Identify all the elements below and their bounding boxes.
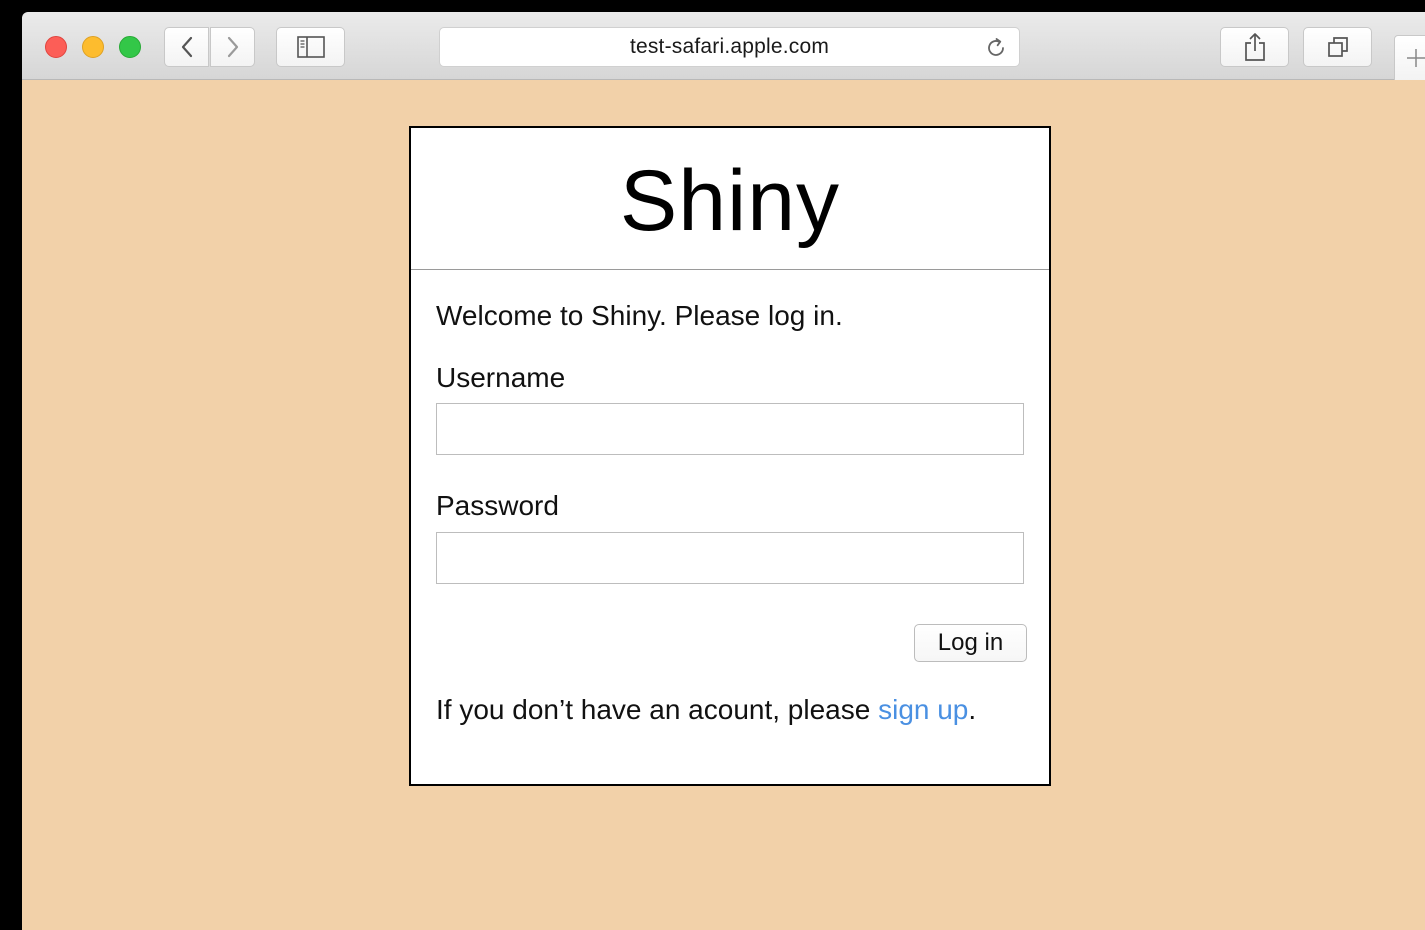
chevron-left-icon — [181, 36, 192, 58]
plus-icon — [1407, 49, 1425, 67]
address-bar[interactable]: test-safari.apple.com — [439, 27, 1020, 67]
minimize-window-button[interactable] — [82, 36, 104, 58]
welcome-message: Welcome to Shiny. Please log in. — [436, 300, 843, 331]
close-window-button[interactable] — [45, 36, 67, 58]
page-title: Shiny — [619, 153, 841, 249]
sidebar-toggle-button[interactable] — [276, 27, 345, 67]
new-tab-button[interactable] — [1394, 35, 1425, 81]
signup-link[interactable]: sign up — [878, 694, 968, 725]
password-label: Password — [436, 490, 559, 521]
browser-toolbar: test-safari.apple.com — [22, 12, 1425, 81]
signup-prompt: If you don’t have an acount, please sign… — [436, 694, 976, 726]
sidebar-icon — [296, 36, 325, 58]
signup-prompt-text: If you don’t have an acount, please — [436, 694, 879, 725]
username-label: Username — [436, 362, 566, 393]
login-card: Shiny Welcome to Shiny. Please log in. U… — [409, 126, 1051, 786]
reload-icon[interactable] — [984, 36, 1008, 65]
chevron-right-icon — [227, 36, 238, 58]
signup-prompt-suffix: . — [968, 694, 977, 725]
share-icon — [1244, 33, 1265, 61]
tab-overview-icon — [1327, 37, 1348, 57]
share-button[interactable] — [1220, 27, 1289, 67]
browser-window: test-safari.apple.com Shiny Welcome to S… — [22, 12, 1425, 930]
page-content: Shiny Welcome to Shiny. Please log in. U… — [22, 80, 1425, 930]
forward-button[interactable] — [210, 27, 255, 67]
username-input[interactable] — [436, 403, 1024, 455]
back-button[interactable] — [164, 27, 209, 67]
login-button[interactable]: Log in — [914, 624, 1027, 662]
password-input[interactable] — [436, 532, 1024, 584]
card-header: Shiny — [411, 128, 1049, 270]
url-text[interactable]: test-safari.apple.com — [630, 35, 829, 59]
maximize-window-button[interactable] — [119, 36, 141, 58]
tab-overview-button[interactable] — [1303, 27, 1372, 67]
